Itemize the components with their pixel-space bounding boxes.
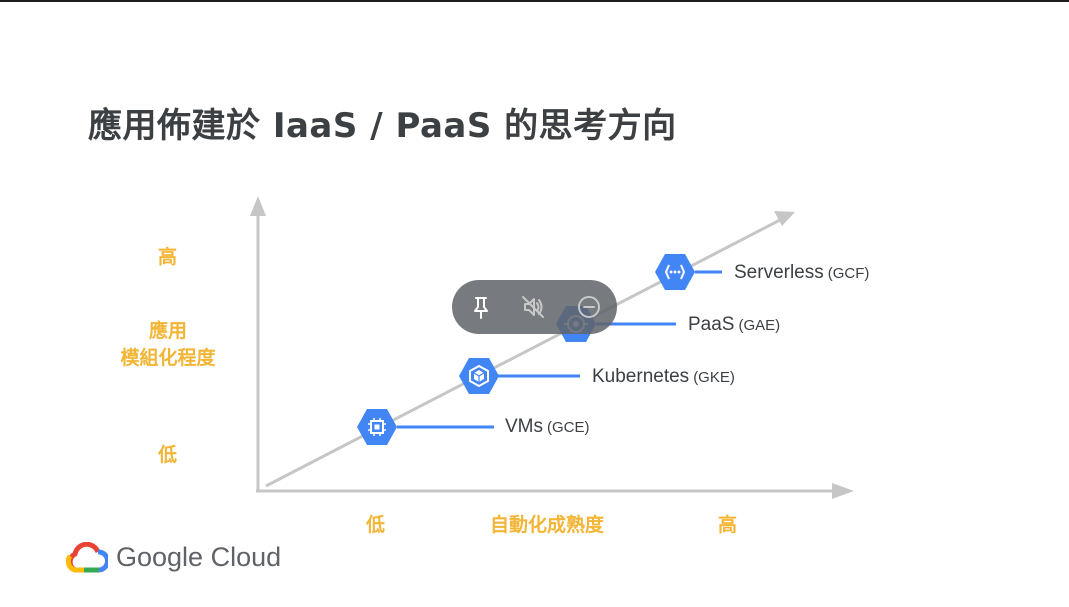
item-name: VMs	[505, 416, 543, 437]
y-axis-title-line1: 應用	[148, 320, 187, 342]
google-cloud-logo	[66, 542, 108, 573]
item-name: PaaS	[688, 314, 735, 335]
item-name: Serverless	[734, 262, 824, 283]
pin-icon[interactable]	[466, 292, 496, 322]
overlay-control-bar	[452, 280, 617, 334]
y-axis-title: 應用 模組化程度	[118, 316, 218, 370]
y-axis-low-label: 低	[158, 444, 178, 466]
y-axis-title-line2: 模組化程度	[120, 347, 216, 369]
cloud-functions-icon	[655, 254, 695, 290]
kubernetes-engine-icon	[459, 358, 499, 394]
item-abbr: (GCE)	[547, 419, 590, 436]
item-label-kubernetes: Kubernetes (GKE)	[592, 366, 735, 388]
y-axis-arrow	[250, 196, 266, 216]
mute-icon[interactable]	[518, 292, 548, 322]
x-axis-arrow	[832, 483, 854, 499]
item-abbr: (GKE)	[693, 369, 735, 386]
item-label-vms: VMs (GCE)	[505, 416, 590, 438]
compute-engine-icon	[357, 409, 397, 445]
item-label-paas: PaaS (GAE)	[688, 314, 780, 336]
trend-line	[265, 218, 781, 488]
x-axis-title: 自動化成熟度	[490, 514, 605, 536]
slide: 應用佈建於 IaaS / PaaS 的思考方向 高 應用 模組化程度 低 低 自…	[0, 0, 1069, 607]
brand-name: Google Cloud	[116, 542, 282, 572]
x-axis-low-label: 低	[366, 514, 386, 536]
y-axis-high-label: 高	[158, 246, 178, 268]
item-abbr: (GCF)	[827, 265, 870, 282]
minimize-icon[interactable]	[574, 292, 604, 322]
x-axis-high-label: 高	[718, 514, 738, 536]
item-abbr: (GAE)	[738, 317, 781, 334]
item-name: Kubernetes	[592, 366, 690, 387]
trend-line-arrow	[774, 211, 795, 226]
item-label-serverless: Serverless (GCF)	[734, 262, 869, 284]
